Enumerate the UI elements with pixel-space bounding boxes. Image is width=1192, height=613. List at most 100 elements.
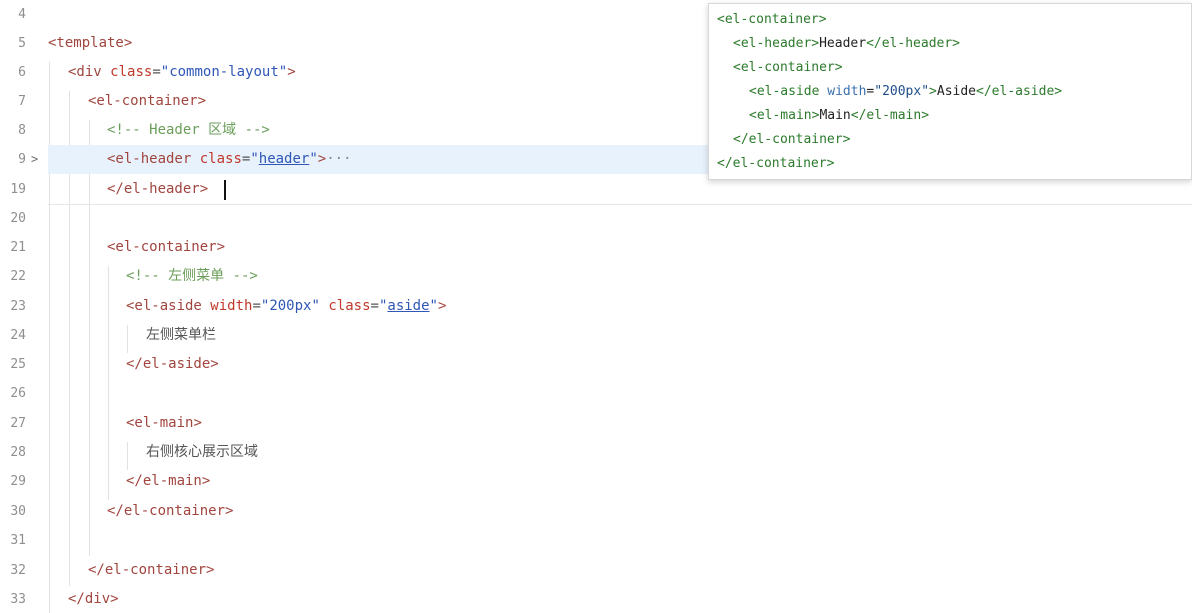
equals-sign: = [152, 64, 161, 80]
tag-open: <el-aside [749, 84, 820, 99]
line-number: 23 [10, 299, 26, 314]
line-number: 8 [18, 123, 26, 138]
tag-open: <el-container [717, 12, 819, 27]
code-line[interactable]: 20 [0, 204, 1192, 233]
code-line[interactable]: 31 [0, 526, 1192, 555]
tag-close: </el-aside> [126, 356, 219, 372]
tooltip-line: <el-header>Header</el-header> [733, 32, 960, 56]
code-line[interactable]: 33 </div> [0, 585, 1192, 613]
code-comment: <!-- 左侧菜单 --> [126, 268, 258, 284]
tag-end: </el-main [850, 108, 922, 123]
code-line[interactable]: 25 </el-aside> [0, 350, 1192, 379]
quote: " [278, 64, 288, 80]
code-content: <el-container> [88, 87, 206, 116]
line-number: 20 [10, 211, 26, 226]
attribute-value: header [258, 151, 310, 167]
line-number: 25 [10, 357, 26, 372]
line-number: 26 [10, 386, 26, 401]
folded-ellipsis[interactable]: ··· [326, 151, 351, 167]
code-content: <el-container> [107, 233, 225, 262]
tag-open: <el-main [749, 108, 812, 123]
tooltip-line: </el-container> [717, 152, 834, 176]
tag-close: > [921, 108, 930, 123]
code-line[interactable]: 24 左侧菜单栏 [0, 321, 1192, 350]
attribute-name: class [328, 298, 371, 314]
attribute-value: "200px" [874, 84, 930, 99]
code-content: <div class="common-layout"> [68, 58, 296, 87]
tag-open: <el-main [126, 415, 194, 431]
attribute-name: width [827, 84, 867, 99]
attribute-name: class [110, 64, 153, 80]
tag-close: </el-header> [107, 181, 209, 197]
tag-text: Header [819, 36, 867, 51]
fold-chevron-icon[interactable]: > [31, 145, 38, 174]
code-content: <el-main> [126, 409, 202, 438]
line-number: 5 [18, 36, 26, 51]
quote: " [309, 151, 318, 167]
hover-tooltip: <el-container> <el-header>Header</el-hea… [708, 3, 1192, 180]
code-line[interactable]: 28 右侧核心展示区域 [0, 438, 1192, 467]
equals-sign: = [370, 298, 379, 314]
text-content: 右侧核心展示区域 [146, 444, 258, 460]
line-number: 32 [10, 563, 26, 578]
tooltip-line: <el-container> [733, 56, 843, 80]
tooltip-line: <el-aside width="200px">Aside</el-aside> [749, 80, 1062, 104]
tag-open: <el-container [733, 60, 835, 75]
tag-open: <template [48, 35, 124, 51]
quote: " [311, 298, 320, 314]
attribute-value: common-layout [169, 64, 279, 80]
line-number: 27 [10, 416, 26, 431]
quote: " [160, 64, 170, 80]
tag-close: > [437, 298, 447, 314]
quote: " [429, 298, 438, 314]
tag-close: > [123, 35, 133, 51]
code-line[interactable]: 29 </el-main> [0, 467, 1192, 496]
tag-open: <el-container [107, 239, 217, 255]
tag-close: </el-container> [107, 503, 234, 519]
tag-close: > [193, 415, 202, 431]
tag-close: > [197, 93, 207, 109]
text-content: 左侧菜单栏 [146, 327, 216, 343]
code-line[interactable]: 27 <el-main> [0, 409, 1192, 438]
attribute-value: aside [387, 298, 430, 314]
tooltip-line: </el-container> [733, 128, 850, 152]
tag-close: > [826, 156, 835, 171]
tag-close: > [834, 60, 843, 75]
code-editor[interactable]: 4 5 <template> 6 <div class="common-layo… [0, 0, 1192, 613]
line-number: 24 [10, 328, 26, 343]
tag-close: </el-main> [126, 473, 211, 489]
tag-close: > [287, 64, 296, 80]
tag-open: <el-container [88, 93, 198, 109]
line-number: 30 [10, 504, 26, 519]
tag-close: </div> [68, 591, 119, 607]
code-line[interactable]: 30 </el-container> [0, 497, 1192, 526]
attribute-name: width [210, 298, 253, 314]
code-line[interactable]: 26 [0, 379, 1192, 408]
tooltip-line: <el-main>Main</el-main> [749, 104, 929, 128]
equals-sign: = [252, 298, 261, 314]
code-content: <el-aside width="200px" class="aside"> [126, 292, 446, 321]
line-number: 29 [10, 474, 26, 489]
tag-close: > [216, 239, 226, 255]
attribute-value: 200px [269, 298, 312, 314]
tag-end: </el-header [866, 36, 953, 51]
code-line[interactable]: 22 <!-- 左侧菜单 --> [0, 262, 1192, 291]
tag-text: Aside [936, 84, 977, 99]
tag-close: </el-container> [88, 562, 215, 578]
line-number: 33 [10, 592, 26, 607]
code-comment: <!-- Header 区域 --> [107, 122, 270, 138]
tag-open: <el-header [733, 36, 812, 51]
code-line[interactable]: 21 <el-container> [0, 233, 1192, 262]
tag-text: Main [819, 108, 851, 123]
line-number: 7 [18, 94, 26, 109]
line-number: 6 [18, 65, 26, 80]
tag-gt: > [929, 84, 937, 99]
line-number: 9 [18, 152, 26, 167]
code-content: <el-header class="header">··· [107, 145, 352, 174]
tag-end: </el-aside [976, 84, 1055, 99]
code-content: <template> [48, 29, 132, 58]
tooltip-line: <el-container> [717, 8, 827, 32]
code-line[interactable]: 23 <el-aside width="200px" class="aside"… [0, 292, 1192, 321]
attribute-value-wrapper: aside [387, 298, 429, 314]
code-line[interactable]: 32 </el-container> [0, 556, 1192, 585]
